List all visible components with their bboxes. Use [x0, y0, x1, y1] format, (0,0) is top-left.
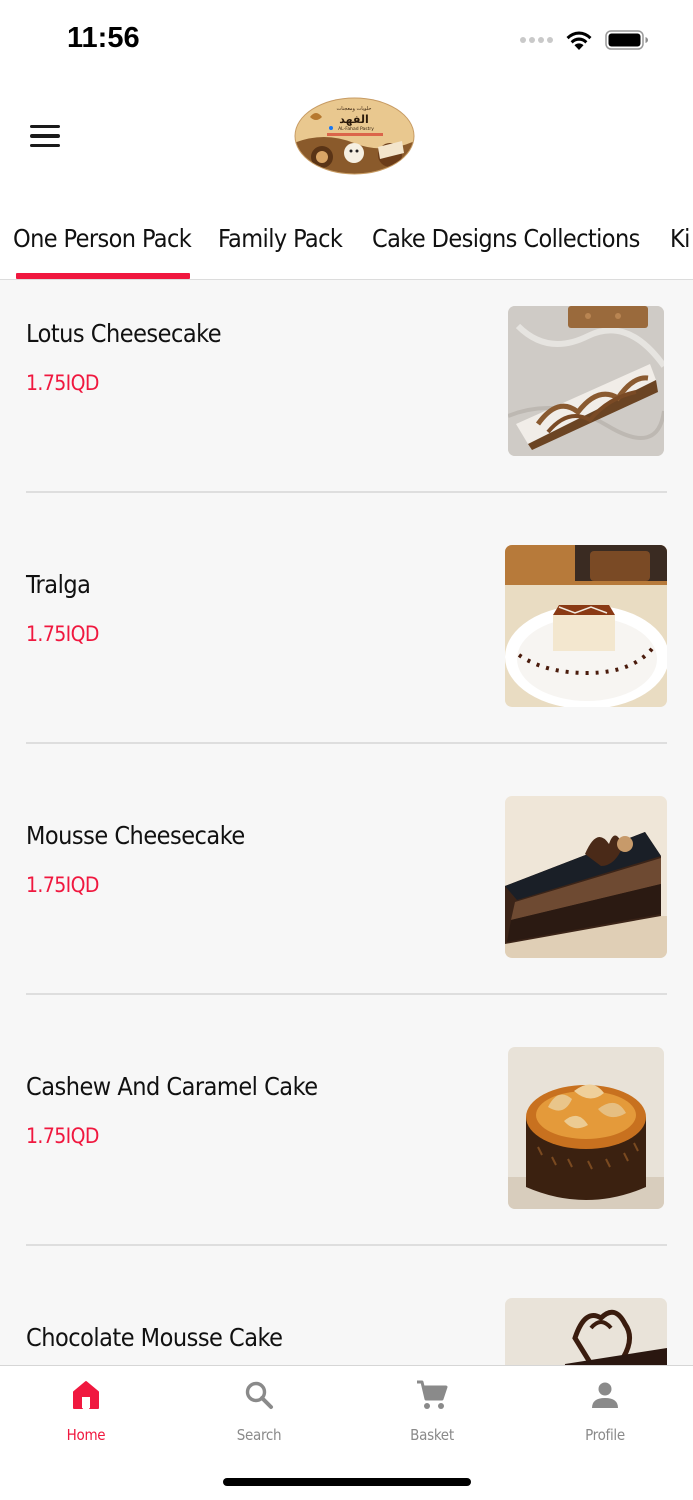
- wifi-icon: [566, 31, 592, 50]
- home-indicator: [223, 1478, 471, 1486]
- category-tabs: One Person Pack Family Pack Cake Designs…: [0, 210, 693, 280]
- app-screen: 11:56 حلويات ومعجنات الفهد AL-Fahad Past…: [0, 0, 693, 1500]
- tab-cake-designs-collections[interactable]: Cake Designs Collections: [372, 224, 640, 279]
- product-name: Tralga: [26, 570, 91, 599]
- product-image: [505, 1298, 667, 1366]
- product-image: [505, 796, 667, 958]
- nav-label-home: Home: [66, 1426, 106, 1444]
- product-price: 1.75IQD: [26, 873, 99, 897]
- product-item[interactable]: Mousse Cheesecake 1.75IQD: [0, 783, 693, 1034]
- menu-button[interactable]: [24, 116, 68, 156]
- active-tab-indicator: [16, 273, 190, 279]
- tab-one-person-pack[interactable]: One Person Pack: [13, 224, 192, 279]
- product-image: [505, 545, 667, 707]
- product-image: [508, 1047, 664, 1209]
- nav-search[interactable]: Search: [204, 1374, 314, 1444]
- cart-icon: [412, 1376, 452, 1414]
- app-header: حلويات ومعجنات الفهد AL-Fahad Pastry: [0, 80, 693, 210]
- product-name: Cashew And Caramel Cake: [26, 1072, 318, 1101]
- nav-label-search: Search: [236, 1426, 282, 1444]
- product-name: Lotus Cheesecake: [26, 319, 222, 348]
- product-name: Mousse Cheesecake: [26, 821, 245, 850]
- nav-profile[interactable]: Profile: [550, 1374, 660, 1444]
- tab-kids[interactable]: Ki: [670, 224, 690, 279]
- search-icon: [239, 1376, 279, 1414]
- svg-text:AL-Fahad Pastry: AL-Fahad Pastry: [338, 126, 374, 132]
- product-price: 1.75IQD: [26, 622, 99, 646]
- product-price: 1.75IQD: [26, 371, 99, 395]
- status-time: 11:56: [67, 22, 140, 54]
- divider: [26, 993, 667, 995]
- nav-home[interactable]: Home: [31, 1374, 141, 1444]
- svg-text:حلويات ومعجنات: حلويات ومعجنات: [336, 106, 371, 112]
- signal-icon: [520, 37, 553, 43]
- divider: [26, 742, 667, 744]
- product-item[interactable]: Lotus Cheesecake 1.75IQD: [0, 281, 693, 532]
- divider: [26, 1244, 667, 1246]
- status-icons: [520, 28, 649, 52]
- brand-logo[interactable]: حلويات ومعجنات الفهد AL-Fahad Pastry: [294, 97, 415, 175]
- person-icon: [585, 1376, 625, 1414]
- battery-icon: [605, 30, 648, 50]
- product-list[interactable]: Lotus Cheesecake 1.75IQD Tralga 1.75IQD: [0, 281, 693, 1366]
- hamburger-menu-icon: [30, 124, 60, 129]
- product-price: 1.75IQD: [26, 1124, 99, 1148]
- status-bar: 11:56: [0, 0, 693, 80]
- nav-label-profile: Profile: [585, 1426, 625, 1444]
- tab-family-pack[interactable]: Family Pack: [218, 224, 343, 279]
- svg-text:الفهد: الفهد: [339, 113, 368, 126]
- home-icon: [66, 1376, 106, 1414]
- product-item[interactable]: Tralga 1.75IQD: [0, 532, 693, 783]
- nav-basket[interactable]: Basket: [377, 1374, 487, 1444]
- product-image: [508, 306, 664, 456]
- product-name: Chocolate Mousse Cake: [26, 1323, 283, 1352]
- product-item[interactable]: Chocolate Mousse Cake: [0, 1285, 693, 1366]
- divider: [26, 491, 667, 493]
- product-item[interactable]: Cashew And Caramel Cake 1.75IQD: [0, 1034, 693, 1285]
- nav-label-basket: Basket: [410, 1426, 454, 1444]
